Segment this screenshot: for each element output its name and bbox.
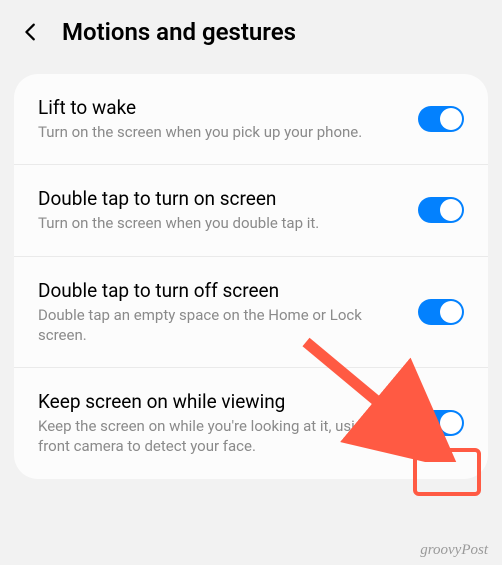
- header: Motions and gestures: [0, 0, 502, 64]
- setting-double-tap-off[interactable]: Double tap to turn off screen Double tap…: [14, 257, 488, 369]
- setting-title: Keep screen on while viewing: [38, 390, 404, 413]
- setting-desc: Double tap an empty space on the Home or…: [38, 305, 404, 346]
- setting-double-tap-on[interactable]: Double tap to turn on screen Turn on the…: [14, 165, 488, 256]
- toggle-lift-to-wake[interactable]: [418, 106, 464, 132]
- setting-text: Lift to wake Turn on the screen when you…: [38, 96, 404, 142]
- setting-desc: Keep the screen on while you're looking …: [38, 416, 404, 457]
- toggle-keep-screen-on[interactable]: [418, 410, 464, 436]
- settings-card: Lift to wake Turn on the screen when you…: [14, 74, 488, 479]
- toggle-double-tap-on[interactable]: [418, 197, 464, 223]
- page-title: Motions and gestures: [62, 18, 296, 46]
- setting-lift-to-wake[interactable]: Lift to wake Turn on the screen when you…: [14, 74, 488, 165]
- toggle-double-tap-off[interactable]: [418, 299, 464, 325]
- setting-text: Double tap to turn on screen Turn on the…: [38, 187, 404, 233]
- setting-text: Keep screen on while viewing Keep the sc…: [38, 390, 404, 457]
- setting-title: Double tap to turn on screen: [38, 187, 404, 210]
- setting-title: Double tap to turn off screen: [38, 279, 404, 302]
- setting-text: Double tap to turn off screen Double tap…: [38, 279, 404, 346]
- back-icon[interactable]: [20, 21, 42, 43]
- setting-keep-screen-on[interactable]: Keep screen on while viewing Keep the sc…: [14, 368, 488, 479]
- watermark: groovyPost: [420, 542, 488, 559]
- setting-title: Lift to wake: [38, 96, 404, 119]
- setting-desc: Turn on the screen when you double tap i…: [38, 213, 404, 233]
- setting-desc: Turn on the screen when you pick up your…: [38, 122, 404, 142]
